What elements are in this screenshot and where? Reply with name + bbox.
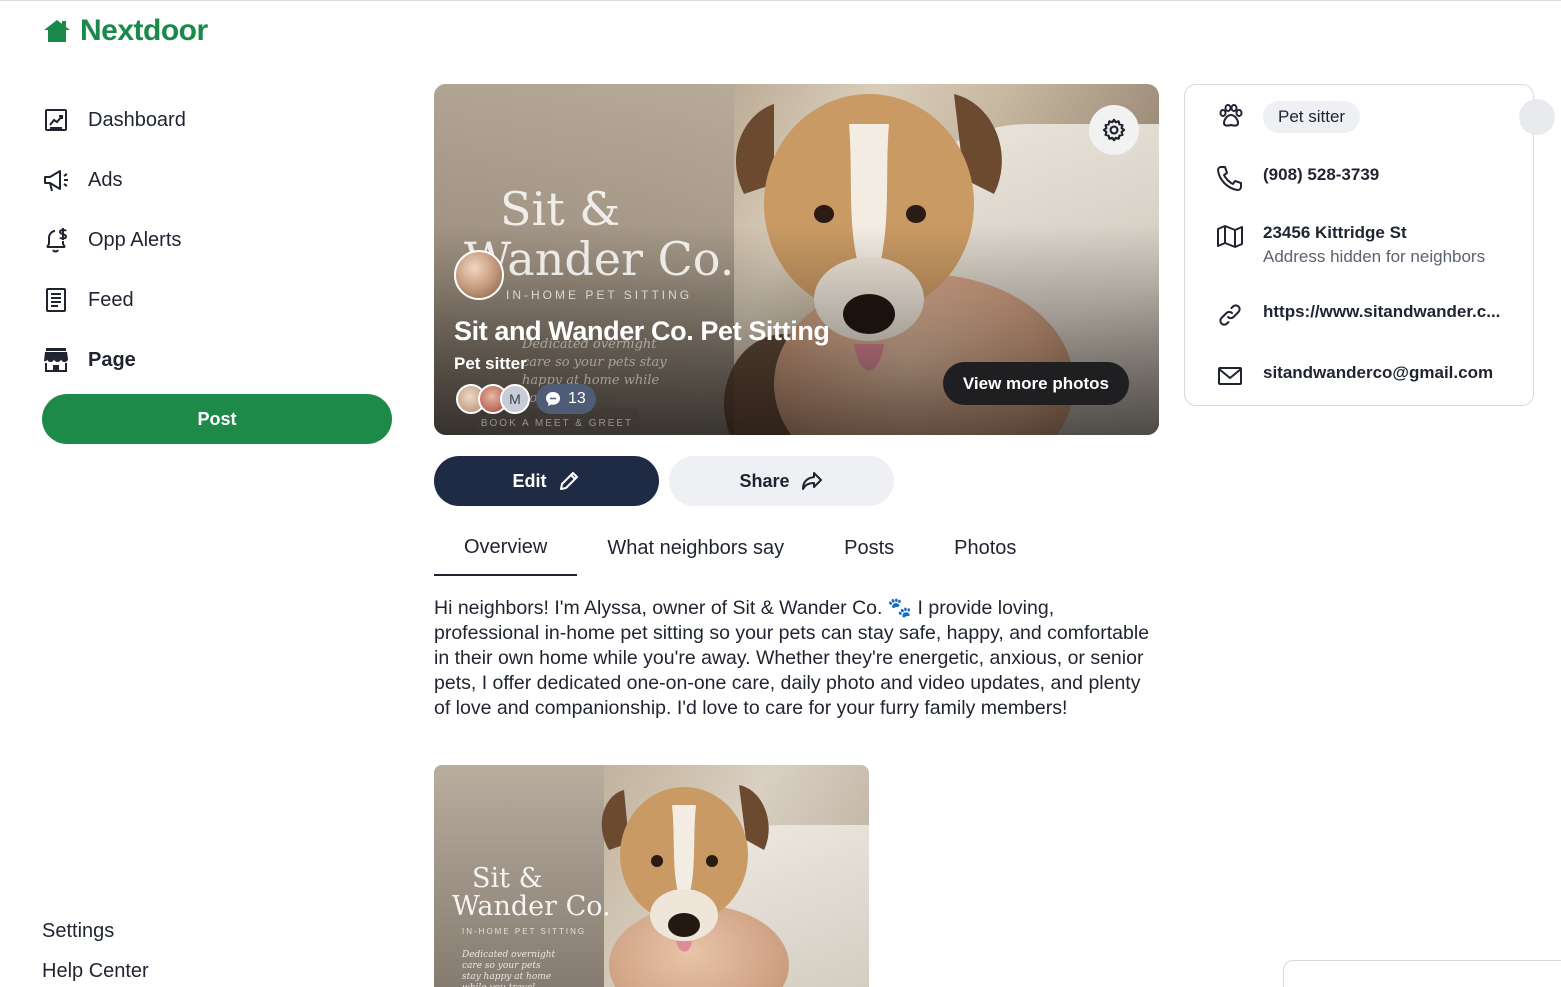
sidebar-item-ads[interactable]: Ads [42, 150, 392, 210]
photo-brand-sub: IN-HOME PET SITTING [462, 927, 587, 936]
sidebar-item-feed[interactable]: Feed [42, 270, 392, 330]
dog-illustration [601, 785, 769, 952]
business-name: Sit and Wander Co. Pet Sitting [454, 316, 830, 346]
business-category: Pet sitter [454, 354, 527, 373]
sidebar-item-label: Page [88, 348, 136, 371]
business-info-card: Pet sitter (908) 528-3739 23456 Kittridg… [1184, 84, 1555, 406]
address-block: 23456 Kittridge St Address hidden for ne… [1263, 221, 1485, 269]
business-photo[interactable]: Sit & Wander Co. IN-HOME PET SITTING Ded… [434, 765, 869, 987]
tab-photos[interactable]: Photos [924, 520, 1046, 576]
category-chip: Pet sitter [1263, 101, 1361, 133]
mail-icon [1218, 367, 1242, 385]
address-note: Address hidden for neighbors [1263, 247, 1486, 266]
logo-text: Nextdoor [80, 14, 208, 47]
phone-icon [1217, 166, 1242, 191]
sidebar-item-dashboard[interactable]: Dashboard [42, 90, 392, 150]
tab-posts[interactable]: Posts [814, 520, 924, 576]
cover-brand-text: Sit & Wander Co. IN-HOME PET SITTING [464, 184, 734, 302]
share-button[interactable]: Share [669, 456, 894, 506]
info-phone-row[interactable]: (908) 528-3739 [1215, 163, 1379, 193]
post-button[interactable]: Post [42, 394, 392, 444]
info-address-row: 23456 Kittridge St Address hidden for ne… [1215, 221, 1485, 269]
avatar: M [500, 384, 530, 414]
chat-panel[interactable] [1283, 960, 1561, 987]
tab-overview[interactable]: Overview [434, 520, 578, 576]
share-arrow-icon [801, 472, 822, 490]
comment-icon [546, 392, 560, 406]
cover-brand-line: Sit & [500, 182, 621, 236]
info-email-row[interactable]: sitandwanderco@gmail.com [1215, 361, 1493, 391]
comment-count: 13 [568, 390, 586, 407]
sidebar-item-label: Ads [88, 168, 123, 191]
page-tabs: Overview What neighbors say Posts Photos [434, 520, 1046, 576]
address: 23456 Kittridge St [1263, 223, 1407, 242]
business-avatar[interactable] [454, 250, 504, 300]
pencil-icon [559, 472, 578, 490]
neighbor-avatars[interactable]: M 13 [456, 384, 596, 414]
edit-button[interactable]: Edit [434, 456, 659, 506]
business-description: Hi neighbors! I'm Alyssa, owner of Sit &… [434, 597, 1150, 719]
bell-dollar-icon [46, 228, 67, 253]
gear-icon [1102, 118, 1126, 142]
settings-link[interactable]: Settings [42, 920, 114, 943]
cover-brand-sub: IN-HOME PET SITTING [506, 288, 693, 302]
info-category-row: Pet sitter [1215, 101, 1361, 133]
email-link[interactable]: sitandwanderco@gmail.com [1263, 361, 1493, 385]
map-icon [1217, 225, 1243, 248]
sidebar-item-label: Opp Alerts [88, 228, 182, 251]
view-more-photos-button[interactable]: View more photos [942, 362, 1129, 405]
website-link[interactable]: https://www.sitandwander.c... [1263, 300, 1500, 324]
sidebar-item-page[interactable]: Page [42, 330, 392, 390]
avatar[interactable] [1519, 99, 1555, 135]
house-icon [44, 20, 70, 42]
paw-icon [1219, 104, 1243, 127]
photo-brand-tagline: Dedicated overnight care so your pets st… [462, 950, 556, 987]
sidebar-item-opp-alerts[interactable]: Opp Alerts [42, 210, 392, 270]
megaphone-icon [44, 170, 68, 192]
link-icon [1219, 304, 1241, 326]
info-website-row[interactable]: https://www.sitandwander.c... [1215, 300, 1500, 330]
nextdoor-logo[interactable]: Nextdoor [42, 14, 208, 48]
settings-gear-button[interactable] [1089, 105, 1139, 155]
photo-brand-line: Sit & [472, 863, 543, 894]
sidebar-item-label: Dashboard [88, 108, 186, 131]
help-center-link[interactable]: Help Center [42, 960, 149, 983]
storefront-icon [44, 348, 68, 372]
share-label: Share [739, 470, 790, 491]
photo-brand-text: Sit & Wander Co. IN-HOME PET SITTING Ded… [452, 865, 611, 987]
sidebar-nav: Dashboard Ads Opp Alerts Feed Page [42, 90, 392, 390]
phone-number[interactable]: (908) 528-3739 [1263, 163, 1379, 187]
top-divider [0, 0, 1561, 1]
feed-icon [46, 288, 66, 312]
photo-brand-line: Wander Co. [452, 891, 611, 922]
cover-brand-line: Wander Co. [464, 232, 735, 286]
dashboard-icon [45, 109, 67, 131]
comment-count-badge[interactable]: 13 [536, 384, 596, 414]
tab-what-neighbors-say[interactable]: What neighbors say [577, 520, 814, 576]
edit-label: Edit [512, 470, 547, 491]
sidebar-item-label: Feed [88, 288, 134, 311]
cover-photo[interactable]: Sit & Wander Co. IN-HOME PET SITTING Ded… [434, 84, 1159, 435]
